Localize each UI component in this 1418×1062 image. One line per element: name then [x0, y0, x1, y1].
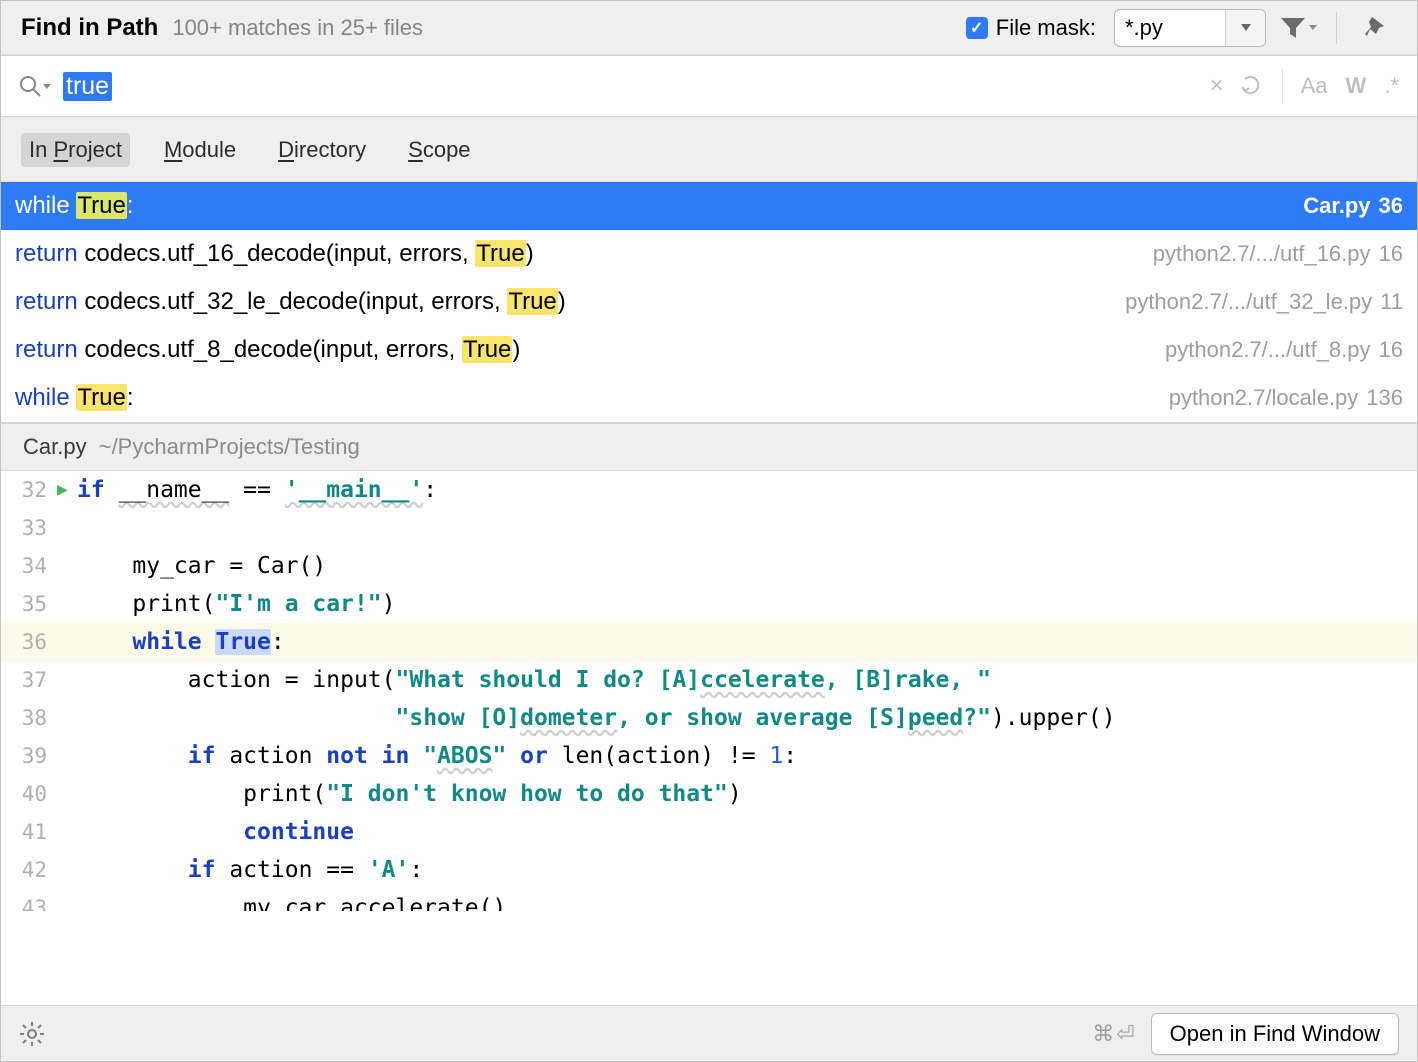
dialog-footer: ⌘⏎ Open in Find Window	[1, 1005, 1417, 1061]
result-row[interactable]: while True:Car.py 36	[1, 182, 1417, 230]
code-line: 42 if action == 'A':	[1, 851, 1417, 889]
code-text: while True:	[77, 623, 285, 661]
search-input[interactable]: true	[63, 72, 1210, 101]
clear-search-button[interactable]: ×	[1210, 72, 1224, 100]
result-row[interactable]: return codecs.utf_16_decode(input, error…	[1, 230, 1417, 278]
result-location: python2.7/.../utf_8.py 16	[1165, 337, 1403, 363]
code-line: 37 action = input("What should I do? [A]…	[1, 661, 1417, 699]
code-line: 35 print("I'm a car!")	[1, 585, 1417, 623]
new-line-icon[interactable]	[1242, 76, 1264, 96]
code-text: my_car.accelerate()	[77, 889, 506, 911]
result-text: return codecs.utf_32_le_decode(input, er…	[15, 288, 1125, 316]
keyboard-shortcut-hint: ⌘⏎	[1092, 1021, 1136, 1047]
line-number: 35	[1, 585, 57, 623]
code-line: 32▶if __name__ == '__main__':	[1, 471, 1417, 509]
regex-toggle[interactable]: .*	[1384, 73, 1399, 99]
match-case-toggle[interactable]: Aa	[1301, 73, 1328, 99]
scope-tab[interactable]: In Project	[21, 133, 130, 167]
code-text: my_car = Car()	[77, 547, 326, 585]
result-location: python2.7/locale.py 136	[1169, 385, 1403, 411]
line-number: 36	[1, 623, 57, 661]
chevron-down-icon	[1309, 25, 1317, 30]
code-text: if action == 'A':	[77, 851, 423, 889]
result-row[interactable]: while True:python2.7/locale.py 136	[1, 374, 1417, 422]
dialog-title: Find in Path	[21, 14, 158, 42]
scope-tabs: In Project Module Directory Scope	[1, 117, 1417, 182]
result-text: while True:	[15, 192, 1303, 220]
checkbox-checked-icon: ✓	[966, 17, 988, 39]
file-mask-select[interactable]: *.py	[1114, 9, 1266, 47]
code-text: continue	[77, 813, 354, 851]
result-row[interactable]: return codecs.utf_8_decode(input, errors…	[1, 326, 1417, 374]
words-toggle[interactable]: W	[1346, 73, 1367, 99]
code-preview[interactable]: 32▶if __name__ == '__main__':3334 my_car…	[1, 471, 1417, 1005]
line-number: 37	[1, 661, 57, 699]
code-line: 38 "show [O]dometer, or show average [S]…	[1, 699, 1417, 737]
code-text: action = input("What should I do? [A]cce…	[77, 661, 991, 699]
result-row[interactable]: return codecs.utf_32_le_decode(input, er…	[1, 278, 1417, 326]
results-list: while True:Car.py 36return codecs.utf_16…	[1, 182, 1417, 423]
scope-tab[interactable]: Module	[156, 133, 244, 167]
code-text: "show [O]dometer, or show average [S]pee…	[77, 699, 1116, 737]
dialog-header: Find in Path 100+ matches in 25+ files ✓…	[1, 1, 1417, 55]
search-history-button[interactable]	[19, 75, 51, 97]
preview-filename: Car.py	[23, 434, 87, 459]
filter-button[interactable]	[1276, 9, 1320, 47]
file-mask-value: *.py	[1115, 10, 1225, 46]
result-location: python2.7/.../utf_16.py 16	[1153, 241, 1403, 267]
code-text: print("I'm a car!")	[77, 585, 396, 623]
gear-icon	[19, 1021, 45, 1047]
pin-icon	[1364, 16, 1386, 40]
code-line: 40 print("I don't know how to do that")	[1, 775, 1417, 813]
file-mask-label: File mask:	[996, 15, 1096, 41]
result-location: Car.py 36	[1303, 193, 1403, 219]
line-number: 43	[1, 889, 57, 911]
preview-path: ~/PycharmProjects/Testing	[99, 434, 360, 459]
result-location: python2.7/.../utf_32_le.py 11	[1125, 289, 1403, 315]
code-text: if __name__ == '__main__':	[77, 471, 437, 509]
line-number: 39	[1, 737, 57, 775]
code-text: print("I don't know how to do that")	[77, 775, 742, 813]
line-number: 33	[1, 509, 57, 547]
line-number: 38	[1, 699, 57, 737]
separator	[1282, 68, 1283, 104]
result-text: return codecs.utf_16_decode(input, error…	[15, 240, 1153, 268]
line-number: 42	[1, 851, 57, 889]
code-line: 36 while True:	[1, 623, 1417, 661]
chevron-down-icon	[1241, 24, 1251, 31]
code-line: 39 if action not in "ABOS" or len(action…	[1, 737, 1417, 775]
preview-header: Car.py ~/PycharmProjects/Testing	[1, 423, 1417, 471]
code-line: 34 my_car = Car()	[1, 547, 1417, 585]
run-gutter-icon[interactable]: ▶	[57, 471, 77, 509]
chevron-down-icon	[43, 84, 51, 89]
search-icon	[19, 75, 41, 97]
scope-tab[interactable]: Directory	[270, 133, 374, 167]
code-text: if action not in "ABOS" or len(action) !…	[77, 737, 797, 775]
separator	[1336, 12, 1337, 44]
line-number: 41	[1, 813, 57, 851]
code-line: 33	[1, 509, 1417, 547]
search-input-value: true	[63, 72, 112, 101]
line-number: 32	[1, 471, 57, 509]
line-number: 40	[1, 775, 57, 813]
result-text: while True:	[15, 384, 1169, 412]
settings-button[interactable]	[19, 1021, 45, 1047]
code-line: 43 my_car.accelerate()	[1, 889, 1417, 911]
file-mask-toggle[interactable]: ✓ File mask:	[966, 15, 1096, 41]
pin-button[interactable]	[1353, 9, 1397, 47]
file-mask-dropdown-button[interactable]	[1225, 10, 1265, 46]
open-in-find-window-button[interactable]: Open in Find Window	[1151, 1013, 1399, 1055]
scope-tab[interactable]: Scope	[400, 133, 478, 167]
line-number: 34	[1, 547, 57, 585]
funnel-icon	[1280, 17, 1306, 39]
result-text: return codecs.utf_8_decode(input, errors…	[15, 336, 1165, 364]
search-field-row: true × Aa W .*	[1, 55, 1417, 117]
match-count: 100+ matches in 25+ files	[172, 15, 423, 41]
code-line: 41 continue	[1, 813, 1417, 851]
